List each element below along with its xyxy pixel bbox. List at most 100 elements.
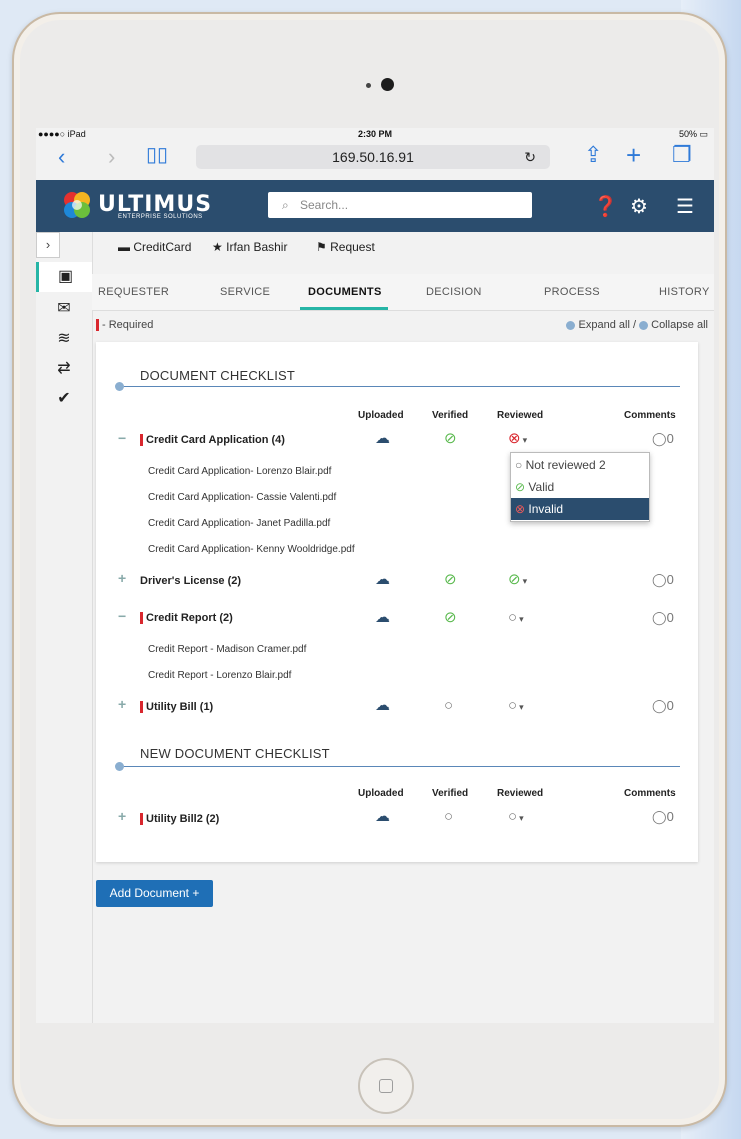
tab-service[interactable]: SERVICE xyxy=(220,286,270,298)
file-link[interactable]: Credit Report - Lorenzo Blair.pdf xyxy=(148,670,291,681)
battery-icon: ▭ xyxy=(699,129,708,139)
active-tab-indicator xyxy=(300,307,388,310)
browser-bar: ‹ › ▯▯ 169.50.16.91 ↻ ⇪ + ❐ xyxy=(36,142,714,178)
verified-empty-icon[interactable]: ○ xyxy=(444,698,453,713)
chip-request[interactable]: ⚑ Request xyxy=(316,240,375,254)
comments-count[interactable]: ◯0 xyxy=(652,610,674,626)
comments-count[interactable]: ◯0 xyxy=(652,698,674,714)
expand-all-link[interactable]: Expand all xyxy=(579,319,630,331)
expand-row-icon[interactable]: + xyxy=(118,696,126,712)
verified-check-icon[interactable]: ⊘ xyxy=(444,572,457,587)
comment-number: 0 xyxy=(666,431,674,446)
camera xyxy=(381,78,394,91)
screen: ●●●●○ iPad 2:30 PM 50% ▭ ‹ › ▯▯ 169.50.1… xyxy=(36,128,714,1023)
home-button[interactable] xyxy=(358,1058,414,1114)
reviewed-valid-icon[interactable]: ⊘ ▾ xyxy=(508,572,527,589)
file-link[interactable]: Credit Card Application- Lorenzo Blair.p… xyxy=(148,466,331,477)
battery-text: 50% ▭ xyxy=(679,129,708,140)
upload-cloud-icon[interactable]: ☁ xyxy=(375,431,390,446)
file-link[interactable]: Credit Card Application- Kenny Wooldridg… xyxy=(148,544,355,555)
chevron-down-icon: ▾ xyxy=(519,614,524,624)
verified-empty-icon[interactable]: ○ xyxy=(444,809,453,824)
comments-count[interactable]: ◯0 xyxy=(652,809,674,825)
row-title: Utility Bill (1) xyxy=(146,701,214,713)
col-verified: Verified xyxy=(432,410,469,421)
expand-row-icon[interactable]: + xyxy=(118,808,126,824)
reviewed-invalid-icon[interactable]: ⊗ ▾ xyxy=(508,431,527,448)
reload-icon[interactable]: ↻ xyxy=(524,145,536,169)
url-bar[interactable]: 169.50.16.91 ↻ xyxy=(196,145,550,169)
new-tab-icon[interactable]: + xyxy=(626,142,641,168)
rail-shuffle-icon[interactable]: ⇄ xyxy=(36,354,92,384)
upload-cloud-icon[interactable]: ☁ xyxy=(375,572,390,587)
back-icon[interactable]: ‹ xyxy=(58,146,65,168)
tab-requester[interactable]: REQUESTER xyxy=(98,286,169,298)
expand-collapse: Expand all / Collapse all xyxy=(566,319,708,331)
rail-layers-icon[interactable]: ≋ xyxy=(36,324,92,354)
upload-cloud-icon[interactable]: ☁ xyxy=(375,698,390,713)
tab-process[interactable]: PROCESS xyxy=(544,286,600,298)
doc-row-label[interactable]: Driver's License (2) xyxy=(140,575,241,587)
reviewed-empty-icon[interactable]: ○ ▾ xyxy=(508,698,524,715)
file-link[interactable]: Credit Report - Madison Cramer.pdf xyxy=(148,644,306,655)
option-not-reviewed[interactable]: ○ Not reviewed 2 xyxy=(511,454,649,476)
doc-row-label[interactable]: Credit Report (2) xyxy=(140,612,233,625)
comments-count[interactable]: ◯0 xyxy=(652,431,674,447)
comment-icon: ◯ xyxy=(652,572,667,587)
flag-icon: ⚑ xyxy=(316,240,327,254)
rail-documents-icon[interactable]: ▣ xyxy=(36,262,92,292)
add-document-button[interactable]: Add Document + xyxy=(96,880,213,907)
gear-icon[interactable]: ⚙ xyxy=(630,194,648,219)
doc-row-label[interactable]: Utility Bill (1) xyxy=(140,701,214,714)
reviewed-empty-icon[interactable]: ○ ▾ xyxy=(508,610,524,627)
section-collapse-icon[interactable] xyxy=(115,762,124,771)
collapse-row-icon[interactable]: − xyxy=(118,430,126,446)
chip-label: Irfan Bashir xyxy=(226,240,288,254)
rail-inbox-icon[interactable]: ✉ xyxy=(36,294,92,324)
tab-documents[interactable]: DOCUMENTS xyxy=(308,286,382,298)
chip-creditcard[interactable]: ▬ CreditCard xyxy=(118,240,191,254)
option-invalid[interactable]: ⊗ Invalid xyxy=(511,498,649,520)
doc-row-label[interactable]: Utility Bill2 (2) xyxy=(140,813,219,826)
expand-rail-button[interactable]: › xyxy=(36,232,60,258)
file-link[interactable]: Credit Card Application- Cassie Valenti.… xyxy=(148,492,336,503)
search-input[interactable]: ⌕ Search... xyxy=(268,192,532,218)
rail-check-icon[interactable]: ✔ xyxy=(36,384,92,414)
verified-check-icon[interactable]: ⊘ xyxy=(444,431,457,446)
left-rail: › ▣ ✉ ≋ ⇄ ✔ xyxy=(36,232,93,1023)
comment-icon: ◯ xyxy=(652,431,667,446)
brand-subtitle: ENTERPRISE SOLUTIONS xyxy=(118,214,203,220)
chip-user[interactable]: ★ Irfan Bashir xyxy=(212,240,287,254)
tab-history[interactable]: HISTORY xyxy=(659,286,710,298)
option-valid[interactable]: ⊘ Valid xyxy=(511,476,649,498)
verified-check-icon[interactable]: ⊘ xyxy=(444,610,457,625)
upload-cloud-icon[interactable]: ☁ xyxy=(375,610,390,625)
share-icon[interactable]: ⇪ xyxy=(584,144,602,166)
expand-row-icon[interactable]: + xyxy=(118,570,126,586)
forward-icon[interactable]: › xyxy=(108,146,115,168)
collapse-row-icon[interactable]: − xyxy=(118,608,126,624)
col-reviewed: Reviewed xyxy=(497,788,544,799)
tabs-icon[interactable]: ❐ xyxy=(672,144,692,166)
tab-decision[interactable]: DECISION xyxy=(426,286,482,298)
empty-circle-icon: ○ xyxy=(515,458,523,472)
upload-cloud-icon[interactable]: ☁ xyxy=(375,809,390,824)
required-marker xyxy=(140,434,143,447)
required-marker xyxy=(96,319,99,332)
menu-icon[interactable]: ☰ xyxy=(676,194,694,219)
comments-count[interactable]: ◯0 xyxy=(652,572,674,588)
col-uploaded: Uploaded xyxy=(358,410,404,421)
doc-row-label[interactable]: Credit Card Application (4) xyxy=(140,434,285,447)
reviewed-empty-icon[interactable]: ○ ▾ xyxy=(508,809,524,826)
check-circle-icon: ⊘ xyxy=(515,480,526,494)
search-icon: ⌕ xyxy=(282,198,289,212)
help-icon[interactable]: ❓ xyxy=(593,194,618,219)
col-reviewed: Reviewed xyxy=(497,410,544,421)
section-collapse-icon[interactable] xyxy=(115,382,124,391)
collapse-all-link[interactable]: Collapse all xyxy=(651,319,708,331)
file-link[interactable]: Credit Card Application- Janet Padilla.p… xyxy=(148,518,330,529)
chevron-down-icon: ▾ xyxy=(522,576,528,586)
comment-icon: ◯ xyxy=(652,610,667,625)
comment-icon: ◯ xyxy=(652,698,667,713)
bookmarks-icon[interactable]: ▯▯ xyxy=(146,144,168,166)
